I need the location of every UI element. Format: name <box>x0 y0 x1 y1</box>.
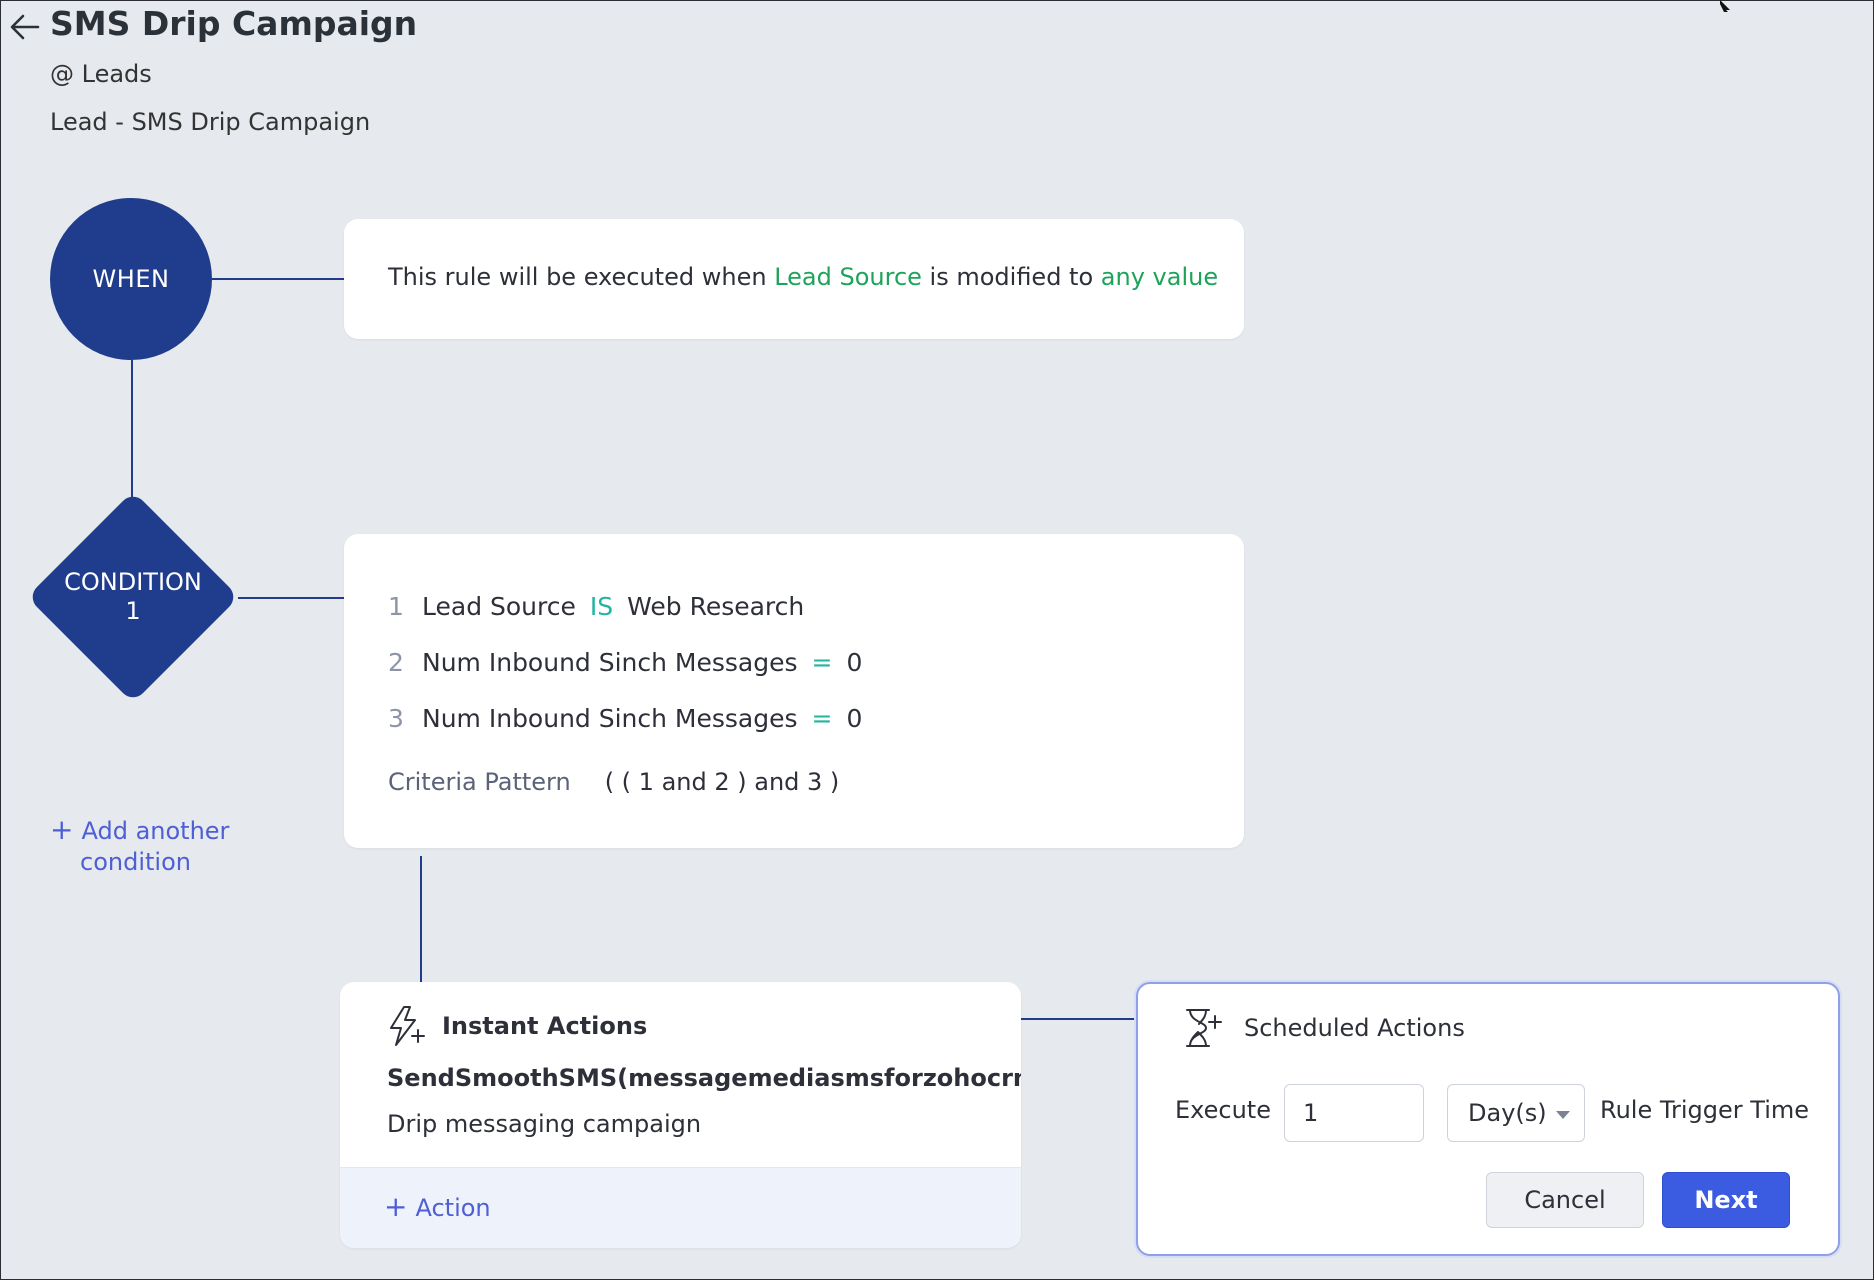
condition-node-line2: 1 <box>125 597 141 625</box>
execute-value-input[interactable] <box>1284 1084 1424 1142</box>
lightning-plus-icon <box>390 1006 425 1046</box>
execute-label: Execute <box>1175 1096 1271 1124</box>
connector-when-condition <box>131 360 133 500</box>
scheduled-actions-header: Scheduled Actions <box>1182 1006 1465 1050</box>
condition-node-label: CONDITION 1 <box>26 490 240 704</box>
when-card[interactable]: This rule will be executed when Lead Sou… <box>344 219 1244 339</box>
condition-node-line1: CONDITION <box>64 568 202 596</box>
condition-row-operator: IS <box>589 592 614 621</box>
criteria-pattern: Criteria Pattern ( ( 1 and 2 ) and 3 ) <box>388 768 839 796</box>
when-field[interactable]: Lead Source <box>774 263 922 291</box>
plus-icon: + <box>50 813 74 846</box>
connector-condition-card <box>238 597 344 599</box>
connector-condition-actions <box>420 856 422 982</box>
cancel-button[interactable]: Cancel <box>1486 1172 1644 1228</box>
condition-row-value: Web Research <box>627 592 805 621</box>
condition-row-field: Num Inbound Sinch Messages <box>422 648 798 677</box>
instant-actions-footer: + Action <box>340 1167 1021 1248</box>
page-title: SMS Drip Campaign <box>50 4 418 43</box>
dropdown-caret-icon <box>1556 1111 1570 1119</box>
add-action-label: Action <box>415 1194 491 1222</box>
when-description: This rule will be executed when Lead Sou… <box>388 263 1218 291</box>
action-description: Drip messaging campaign <box>387 1110 702 1138</box>
condition-row-field: Lead Source <box>422 592 576 621</box>
add-condition-line1: Add another <box>81 817 230 845</box>
add-another-condition-link[interactable]: + Add another condition <box>50 814 229 878</box>
criteria-pattern-value: ( ( 1 and 2 ) and 3 ) <box>604 768 840 796</box>
connector-when-card <box>212 278 344 280</box>
plus-icon: + <box>384 1190 408 1223</box>
condition-row: 1 Lead Source IS Web Research <box>388 592 804 621</box>
condition-row: 2 Num Inbound Sinch Messages = 0 <box>388 648 862 677</box>
connector-instant-scheduled <box>1021 1018 1136 1020</box>
condition-card[interactable]: 1 Lead Source IS Web Research 2 Num Inbound … <box>344 534 1244 848</box>
instant-actions-title: Instant Actions <box>442 1012 648 1040</box>
when-value[interactable]: any value <box>1101 263 1218 291</box>
add-action-button[interactable]: + Action <box>384 1190 491 1223</box>
module-label: @ Leads <box>50 60 152 88</box>
condition-row-number: 3 <box>388 704 404 733</box>
condition-row-operator: = <box>811 704 833 733</box>
instant-actions-header: Instant Actions <box>384 1004 647 1048</box>
action-function-name[interactable]: SendSmoothSMS(messagemediasmsforzohocrm) <box>387 1064 1021 1092</box>
when-text-mid: is modified to <box>929 263 1094 291</box>
condition-row-value: 0 <box>846 648 863 677</box>
rule-name: Lead - SMS Drip Campaign <box>50 108 371 136</box>
condition-row-value: 0 <box>846 704 863 733</box>
trigger-time-label: Rule Trigger Time <box>1600 1096 1810 1124</box>
time-unit-select[interactable]: Day(s) <box>1447 1084 1585 1142</box>
condition-row-operator: = <box>811 648 833 677</box>
criteria-pattern-label: Criteria Pattern <box>388 768 571 796</box>
mouse-cursor-icon <box>1720 0 1730 12</box>
time-unit-value: Day(s) <box>1468 1099 1547 1127</box>
condition-row: 3 Num Inbound Sinch Messages = 0 <box>388 704 862 733</box>
next-button[interactable]: Next <box>1662 1172 1790 1228</box>
back-arrow-icon[interactable] <box>8 10 42 44</box>
when-node-label: WHEN <box>92 265 170 293</box>
condition-row-field: Num Inbound Sinch Messages <box>422 704 798 733</box>
when-text-prefix: This rule will be executed when <box>388 263 767 291</box>
instant-actions-card: Instant Actions SendSmoothSMS(messagemed… <box>340 982 1021 1248</box>
scheduled-actions-title: Scheduled Actions <box>1244 1014 1465 1042</box>
scheduled-actions-card: Scheduled Actions Execute Day(s) Rule Tr… <box>1136 982 1840 1256</box>
condition-node[interactable]: CONDITION 1 <box>26 490 240 704</box>
condition-row-number: 1 <box>388 592 404 621</box>
condition-row-number: 2 <box>388 648 404 677</box>
hourglass-plus-icon <box>1186 1009 1222 1047</box>
add-condition-line2: condition <box>80 848 191 876</box>
when-node: WHEN <box>50 198 212 360</box>
